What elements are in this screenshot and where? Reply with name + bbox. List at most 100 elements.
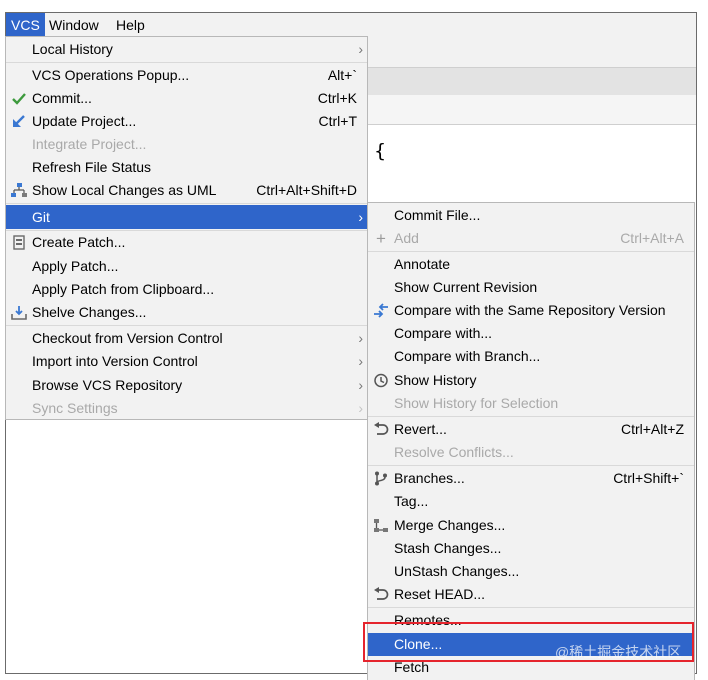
git-item-compare-with[interactable]: Compare with...	[368, 322, 694, 345]
menu-item-label: Local History	[32, 41, 113, 57]
menu-item-label: Compare with Branch...	[394, 348, 541, 364]
menu-item-show-local-changes-uml[interactable]: Show Local Changes as UML Ctrl+Alt+Shift…	[6, 179, 367, 202]
menu-item-label: Branches...	[394, 470, 465, 486]
menu-item-update-project[interactable]: Update Project... Ctrl+T	[6, 110, 367, 133]
menu-item-label: Checkout from Version Control	[32, 330, 223, 346]
menu-item-label: Shelve Changes...	[32, 304, 147, 320]
menu-window[interactable]: Window	[44, 13, 104, 37]
git-item-stash-changes[interactable]: Stash Changes...	[368, 537, 694, 560]
menu-item-label: Compare with...	[394, 325, 493, 341]
menu-item-browse-vcs[interactable]: Browse VCS Repository ›	[6, 374, 367, 397]
menu-item-label: UnStash Changes...	[394, 563, 520, 579]
git-item-branches[interactable]: Branches... Ctrl+Shift+`	[368, 467, 694, 490]
editor-tab-strip	[366, 37, 696, 68]
editor-toolbar	[366, 68, 696, 95]
menu-item-label: Update Project...	[32, 113, 137, 129]
menu-item-label: Compare with the Same Repository Version	[394, 302, 666, 318]
menu-item-label: Refresh File Status	[32, 159, 152, 175]
menu-item-label: Show History	[394, 372, 477, 388]
menu-item-label: Commit...	[32, 90, 92, 106]
menu-item-label: Resolve Conflicts...	[394, 444, 514, 460]
git-item-compare-same-repo[interactable]: Compare with the Same Repository Version	[368, 299, 694, 322]
git-submenu: Commit File... + Add Ctrl+Alt+A Annotate…	[367, 202, 695, 680]
menu-separator	[6, 62, 367, 63]
shortcut-text: Ctrl+Shift+`	[613, 470, 684, 486]
git-item-reset-head[interactable]: Reset HEAD...	[368, 583, 694, 606]
menu-item-create-patch[interactable]: Create Patch...	[6, 231, 367, 254]
git-item-show-current-revision[interactable]: Show Current Revision	[368, 276, 694, 299]
menu-item-label: Add	[394, 230, 419, 246]
git-item-show-history[interactable]: Show History	[368, 369, 694, 392]
git-item-merge-changes[interactable]: Merge Changes...	[368, 514, 694, 537]
menu-separator	[6, 203, 367, 204]
shortcut-text: Ctrl+Alt+Shift+D	[256, 182, 357, 198]
compare-arrows-icon	[374, 303, 388, 318]
git-item-revert[interactable]: Revert... Ctrl+Alt+Z	[368, 418, 694, 441]
chevron-right-icon: ›	[358, 353, 363, 369]
menu-bar: VCS Window Help	[6, 13, 696, 38]
menu-item-label: Show Current Revision	[394, 279, 538, 295]
menu-help[interactable]: Help	[111, 13, 150, 37]
menu-item-label: Revert...	[394, 421, 447, 437]
menu-item-label: Apply Patch from Clipboard...	[32, 281, 215, 297]
clock-icon	[374, 373, 388, 388]
menu-item-label: Git	[32, 209, 50, 225]
menu-item-label: Stash Changes...	[394, 540, 502, 556]
checkmark-icon	[12, 93, 26, 105]
shortcut-text: Ctrl+Alt+A	[620, 230, 684, 246]
plus-icon: +	[376, 229, 386, 248]
menu-item-integrate-project: Integrate Project...	[6, 133, 367, 156]
git-item-tag[interactable]: Tag...	[368, 490, 694, 513]
chevron-right-icon: ›	[358, 209, 363, 225]
chevron-right-icon: ›	[358, 400, 363, 416]
menu-separator	[368, 416, 694, 417]
menu-item-git[interactable]: Git ›	[6, 205, 367, 229]
git-item-annotate[interactable]: Annotate	[368, 253, 694, 276]
menu-item-refresh-file-status[interactable]: Refresh File Status	[6, 156, 367, 179]
uml-diagram-icon	[11, 183, 27, 197]
update-arrow-icon	[13, 115, 25, 127]
chevron-right-icon: ›	[358, 330, 363, 346]
menu-item-shelve-changes[interactable]: Shelve Changes...	[6, 301, 367, 324]
menu-item-local-history[interactable]: Local History ›	[6, 38, 367, 61]
menu-separator	[368, 607, 694, 608]
menu-item-label: Show Local Changes as UML	[32, 182, 217, 198]
git-item-unstash-changes[interactable]: UnStash Changes...	[368, 560, 694, 583]
menu-item-apply-patch[interactable]: Apply Patch...	[6, 255, 367, 278]
watermark: @稀土掘金技术社区	[555, 644, 682, 660]
menu-item-checkout[interactable]: Checkout from Version Control ›	[6, 327, 367, 350]
menu-item-import-vcs[interactable]: Import into Version Control ›	[6, 350, 367, 373]
menu-item-label: Apply Patch...	[32, 258, 119, 274]
revert-icon	[374, 587, 389, 600]
menu-item-vcs-operations-popup[interactable]: VCS Operations Popup... Alt+`	[6, 64, 367, 87]
menu-item-sync-settings: Sync Settings ›	[6, 397, 367, 420]
menu-item-label: Sync Settings	[32, 400, 118, 416]
menu-item-apply-patch-clipboard[interactable]: Apply Patch from Clipboard...	[6, 278, 367, 301]
menu-item-label: Tag...	[394, 493, 429, 509]
menu-item-label: Import into Version Control	[32, 353, 198, 369]
shortcut-text: Alt+`	[327, 67, 357, 83]
menu-vcs[interactable]: VCS	[6, 13, 45, 37]
menu-item-commit[interactable]: Commit... Ctrl+K	[6, 87, 367, 110]
revert-icon	[374, 422, 389, 435]
shelve-icon	[11, 306, 27, 320]
menu-item-label: Create Patch...	[32, 234, 126, 250]
menu-item-label: Reset HEAD...	[394, 586, 486, 602]
menu-item-label: Commit File...	[394, 207, 481, 223]
merge-icon	[374, 519, 388, 532]
menu-separator	[368, 465, 694, 466]
shortcut-text: Ctrl+Alt+Z	[620, 421, 684, 437]
menu-item-label: VCS Operations Popup...	[32, 67, 190, 83]
git-item-history-selection: Show History for Selection	[368, 392, 694, 415]
menu-item-label: Show History for Selection	[394, 395, 559, 411]
menu-item-label: Annotate	[394, 256, 451, 272]
chevron-right-icon: ›	[358, 41, 363, 57]
editor-breadcrumb-bar	[366, 95, 696, 125]
menu-item-label: Browse VCS Repository	[32, 377, 183, 393]
shortcut-text: Ctrl+K	[317, 90, 357, 106]
branch-icon	[375, 471, 387, 486]
git-item-commit-file[interactable]: Commit File...	[368, 204, 694, 227]
git-item-compare-branch[interactable]: Compare with Branch...	[368, 345, 694, 368]
git-item-add: + Add Ctrl+Alt+A	[368, 227, 694, 250]
menu-item-label: Merge Changes...	[394, 517, 506, 533]
